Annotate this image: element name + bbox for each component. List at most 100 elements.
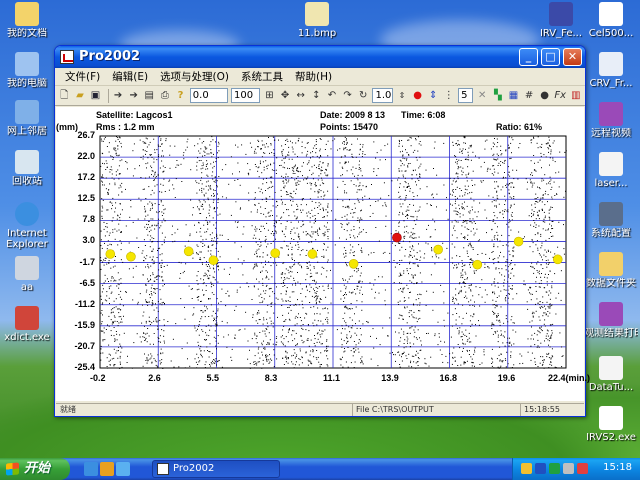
menu-file[interactable]: 文件(F) bbox=[59, 69, 106, 84]
toolbar-field-scale[interactable]: 1.0 bbox=[372, 88, 393, 103]
toolbar-field-count[interactable]: 5 bbox=[458, 88, 473, 103]
refresh-icon[interactable]: ↻ bbox=[357, 89, 370, 103]
grid-icon[interactable]: ⊞ bbox=[263, 89, 276, 103]
marker-point-8[interactable] bbox=[472, 259, 483, 270]
updown-icon[interactable]: ⇕ bbox=[427, 89, 440, 103]
spin-icon[interactable]: ⇕ bbox=[396, 89, 409, 103]
status-text: 就绪 bbox=[60, 405, 76, 414]
desktop-icon-label: 远程视频 bbox=[591, 128, 631, 139]
marker-point-6[interactable] bbox=[348, 259, 359, 269]
desktop-icon-irv-fe[interactable]: IRV_Fe... bbox=[534, 2, 588, 39]
desktop-icon-xdict[interactable]: xdict.exe bbox=[0, 306, 54, 343]
window-titlebar[interactable]: Pro2002 _ □ ✕ bbox=[55, 46, 585, 68]
tray-icon-1[interactable] bbox=[521, 463, 532, 474]
dictionary-icon bbox=[15, 306, 39, 330]
arrow-right-alt-icon[interactable]: ➔ bbox=[127, 89, 140, 103]
highlight-point[interactable] bbox=[392, 232, 402, 243]
close-button[interactable]: ✕ bbox=[563, 48, 582, 66]
desktop-icon-internet-explorer[interactable]: Internet Explorer bbox=[0, 202, 54, 250]
red-dot-icon[interactable]: ● bbox=[411, 89, 424, 103]
taskbar-item-pro2002[interactable]: Pro2002 bbox=[152, 460, 280, 478]
menu-options[interactable]: 选项与处理(O) bbox=[154, 69, 235, 84]
marker-point-10[interactable] bbox=[552, 254, 563, 265]
desktop-icon-sys-config[interactable]: 系统配置 bbox=[584, 202, 638, 239]
menu-help[interactable]: 帮助(H) bbox=[289, 69, 338, 84]
undo-icon[interactable]: ↶ bbox=[326, 89, 339, 103]
desktop-icon-recycle-bin[interactable]: 回收站 bbox=[0, 150, 54, 187]
desktop-icon-network-places[interactable]: 网上邻居 bbox=[0, 100, 54, 137]
desktop-icon-label: Cel500... bbox=[588, 28, 634, 39]
marker-point-5[interactable] bbox=[307, 249, 318, 259]
media-quicklaunch-icon[interactable] bbox=[100, 462, 114, 476]
arrow-right-icon[interactable]: ➔ bbox=[112, 89, 125, 103]
desktop-icon-my-computer[interactable]: 我的电脑 bbox=[0, 52, 54, 89]
document-icon bbox=[599, 152, 623, 176]
desktop-icon-label: Internet Explorer bbox=[6, 228, 48, 250]
desktop-icon-label: 网上邻居 bbox=[7, 126, 47, 137]
desktop-icon-datatu[interactable]: DataTu... bbox=[584, 356, 638, 393]
desktop-icon-crv-fr[interactable]: CRV_Fr... bbox=[584, 52, 638, 89]
volume-icon[interactable] bbox=[563, 463, 574, 474]
menu-system-tools[interactable]: 系统工具 bbox=[235, 69, 289, 84]
minimize-button[interactable]: _ bbox=[519, 48, 538, 66]
desktop-icon-label: 我的电脑 bbox=[7, 78, 47, 89]
vertical-resize-icon[interactable]: ↕ bbox=[310, 89, 323, 103]
scatter-plot[interactable] bbox=[56, 107, 584, 401]
save-icon[interactable]: ▣ bbox=[89, 89, 102, 103]
task-label: Pro2002 bbox=[173, 463, 215, 474]
desktop-icon-laser[interactable]: laser... bbox=[584, 152, 638, 189]
marker-point-4[interactable] bbox=[270, 248, 281, 258]
desktop-icon-obs-print[interactable]: 观测结果打印 bbox=[584, 302, 638, 339]
tray-icon-3[interactable] bbox=[549, 463, 560, 474]
marker-point-2[interactable] bbox=[183, 246, 194, 257]
desktop-icon-my-documents[interactable]: 我的文档 bbox=[0, 2, 54, 39]
desktop-icon-label: laser... bbox=[594, 178, 628, 189]
status-file: File C:\TRS\OUTPUT bbox=[352, 404, 512, 416]
paint-icon bbox=[305, 2, 329, 26]
horizontal-resize-icon[interactable]: ↔ bbox=[294, 89, 307, 103]
settings-icon bbox=[599, 202, 623, 226]
desktop-icon-bmp-file[interactable]: 11.bmp bbox=[290, 2, 344, 39]
start-button[interactable]: 开始 bbox=[0, 458, 70, 480]
clipboard-icon[interactable]: ▤ bbox=[143, 89, 156, 103]
cross-icon[interactable]: ✕ bbox=[476, 89, 489, 103]
window-title: Pro2002 bbox=[79, 49, 141, 64]
move-icon[interactable]: ✥ bbox=[279, 89, 292, 103]
desktop-icon-label: CRV_Fr... bbox=[589, 78, 633, 89]
video-icon bbox=[599, 102, 623, 126]
function-icon[interactable]: Fx bbox=[554, 89, 567, 103]
new-file-icon[interactable]: 🗋 bbox=[58, 89, 71, 103]
ie-quicklaunch-icon[interactable] bbox=[84, 462, 98, 476]
marker-point-3[interactable] bbox=[208, 255, 219, 266]
black-dot-icon[interactable]: ● bbox=[538, 89, 551, 103]
menu-edit[interactable]: 编辑(E) bbox=[106, 69, 154, 84]
desktop-icon-aa[interactable]: aa bbox=[0, 256, 54, 293]
printer-icon bbox=[599, 302, 623, 326]
desktop-icon-cel500[interactable]: Cel500... bbox=[584, 2, 638, 39]
redo-icon[interactable]: ↷ bbox=[341, 89, 354, 103]
desktop-icon-data-folder[interactable]: 数据文件夹 bbox=[584, 252, 638, 289]
toolbar-field-start[interactable]: 0.0 bbox=[189, 88, 228, 103]
tray-icon-5[interactable] bbox=[577, 463, 588, 474]
print-icon[interactable]: ⎙ bbox=[159, 89, 172, 103]
desktop-icon-remote-video[interactable]: 远程视频 bbox=[584, 102, 638, 139]
marker-point-9[interactable] bbox=[513, 236, 524, 247]
chart-alt-icon[interactable]: ▥ bbox=[570, 89, 583, 103]
help-icon[interactable]: ? bbox=[174, 89, 187, 103]
desktop-quicklaunch-icon[interactable] bbox=[116, 462, 130, 476]
marker-point-7[interactable] bbox=[433, 244, 443, 255]
toolbar-field-range[interactable]: 100 bbox=[230, 88, 261, 103]
maximize-button[interactable]: □ bbox=[541, 48, 560, 66]
marker-point-0[interactable] bbox=[105, 249, 116, 259]
marker-point-1[interactable] bbox=[126, 251, 136, 262]
filter-icon[interactable]: ⋮ bbox=[442, 89, 455, 103]
grid-dense-icon[interactable]: # bbox=[523, 89, 536, 103]
program-icon bbox=[599, 2, 623, 26]
chart-icon[interactable]: ▦ bbox=[507, 89, 520, 103]
tray-icon-2[interactable] bbox=[535, 463, 546, 474]
program-icon bbox=[549, 2, 573, 26]
desktop-icon-irvs2[interactable]: IRVS2.exe bbox=[584, 406, 638, 443]
color-blocks-icon[interactable]: ▚ bbox=[492, 89, 505, 103]
menubar: 文件(F) 编辑(E) 选项与处理(O) 系统工具 帮助(H) bbox=[55, 68, 585, 86]
open-folder-icon[interactable]: ▰ bbox=[74, 89, 87, 103]
